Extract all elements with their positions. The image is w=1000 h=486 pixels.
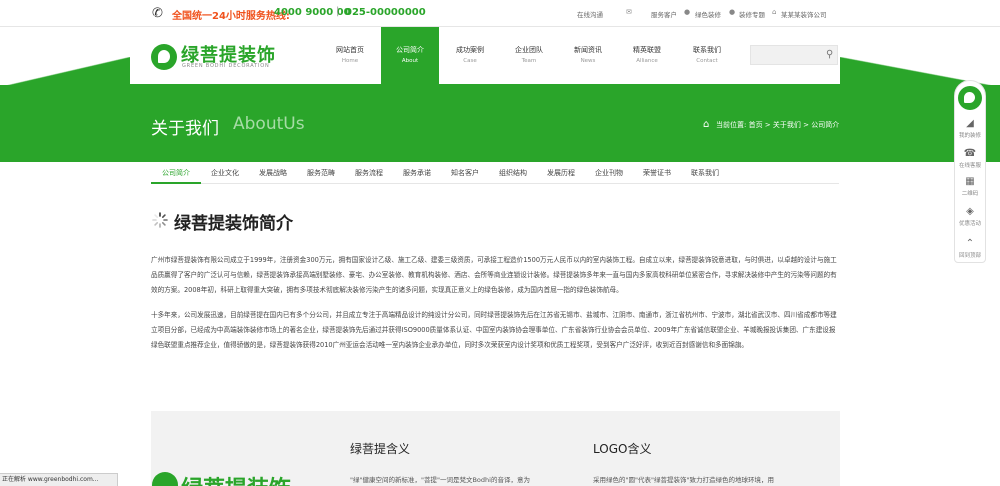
triangle-icon: ◢ bbox=[966, 118, 974, 129]
float-qrcode[interactable]: ▦ 二维码 bbox=[955, 176, 985, 197]
float-online-service[interactable]: ☎ 在线客服 bbox=[955, 148, 985, 169]
float-promotion[interactable]: ◈ 优惠活动 bbox=[955, 206, 985, 227]
toplink-service[interactable]: 服务客户 bbox=[651, 9, 677, 19]
nav-team[interactable]: 企业团队 Team bbox=[500, 27, 558, 87]
section-title-logo: LOGO含义 bbox=[593, 442, 652, 456]
page-banner bbox=[0, 85, 1000, 162]
nav-label: 精英联盟 bbox=[633, 46, 661, 54]
nav-contact[interactable]: 联系我们 Contact bbox=[678, 27, 736, 87]
tag-icon: ◈ bbox=[966, 206, 974, 217]
hotline-separator: | bbox=[336, 6, 340, 17]
arrow-up-icon: ⌃ bbox=[965, 238, 975, 249]
banner-title-en: AboutUs bbox=[233, 114, 305, 134]
nav-label: 联系我们 bbox=[693, 46, 721, 54]
top-bar bbox=[0, 0, 1000, 27]
logo-icon[interactable] bbox=[151, 44, 177, 70]
float-logo-icon[interactable] bbox=[958, 86, 982, 110]
subnav-item[interactable]: 企业刊物 bbox=[585, 162, 633, 184]
nav-case[interactable]: 成功案例 Case bbox=[441, 27, 499, 87]
home-icon: ⌂ bbox=[703, 119, 710, 130]
subnav-item[interactable]: 联系我们 bbox=[681, 162, 729, 184]
user-icon: ● bbox=[684, 8, 691, 16]
nav-label: 网站首页 bbox=[336, 46, 364, 54]
subnav-item[interactable]: 服务范畴 bbox=[297, 162, 345, 184]
home-small-icon: ⌂ bbox=[772, 8, 777, 16]
nav-label-en: Contact bbox=[696, 58, 718, 64]
float-label: 在线客服 bbox=[958, 163, 981, 169]
loading-spinner-icon bbox=[152, 212, 168, 228]
float-label: 回到顶部 bbox=[958, 253, 981, 259]
page: ✆ 全国统一24小时服务热线: 4000 9000 00 | 025-00000… bbox=[0, 0, 1000, 486]
subnav-item[interactable]: 企业文化 bbox=[201, 162, 249, 184]
logo-subtitle: GREEN BODHI DECORATION bbox=[182, 63, 270, 69]
subnav-item[interactable]: 知名客户 bbox=[441, 162, 489, 184]
nav-label: 新闻资讯 bbox=[574, 46, 602, 54]
nav-label-en: About bbox=[401, 58, 419, 64]
nav-label-en: News bbox=[580, 58, 596, 64]
nav-news[interactable]: 新闻资讯 News bbox=[559, 27, 617, 87]
toplink-topic[interactable]: 装修专题 bbox=[739, 9, 765, 19]
nav-label-en: Team bbox=[521, 58, 537, 64]
nav-label: 成功案例 bbox=[456, 46, 484, 54]
nav-home[interactable]: 网站首页 Home bbox=[321, 27, 379, 87]
search-input[interactable] bbox=[750, 45, 838, 65]
qrcode-icon: ▦ bbox=[965, 176, 975, 187]
float-my-decoration[interactable]: ◢ 我的装修 bbox=[955, 118, 985, 139]
banner-angle-left bbox=[0, 57, 130, 87]
content-title: 绿菩提装饰简介 bbox=[174, 214, 293, 234]
nav-label-en: Home bbox=[341, 58, 359, 64]
toplink-green-decoration[interactable]: 绿色装修 bbox=[695, 9, 721, 19]
nav-label-en: Alliance bbox=[636, 58, 658, 64]
float-label: 优惠活动 bbox=[958, 221, 981, 227]
subnav-item[interactable]: 发展战略 bbox=[249, 162, 297, 184]
nav-alliance[interactable]: 精英联盟 Alliance bbox=[618, 27, 676, 87]
float-back-to-top[interactable]: ⌃ 回到顶部 bbox=[955, 238, 985, 259]
toplink-chat[interactable]: 在线沟通 bbox=[577, 9, 603, 19]
hotline-label: 全国统一24小时服务热线: bbox=[172, 11, 290, 22]
subnav-item[interactable]: 组织结构 bbox=[489, 162, 537, 184]
subnav-item[interactable]: 服务承诺 bbox=[393, 162, 441, 184]
section-title-meaning: 绿菩提含义 bbox=[350, 442, 411, 456]
toplink-company[interactable]: 某某某装饰公司 bbox=[781, 9, 827, 19]
search-icon[interactable]: ⚲ bbox=[826, 49, 833, 60]
banner-title: 关于我们 bbox=[151, 119, 219, 139]
float-label: 二维码 bbox=[961, 191, 979, 197]
nav-label: 公司简介 bbox=[396, 46, 424, 54]
nav-about[interactable]: 公司简介 About bbox=[381, 27, 439, 89]
subnav-item[interactable]: 荣誉证书 bbox=[633, 162, 681, 184]
phone-icon: ✆ bbox=[152, 6, 163, 21]
hotline-number-secondary: 025-00000000 bbox=[345, 7, 426, 18]
subnav-item[interactable]: 服务流程 bbox=[345, 162, 393, 184]
chat-icon: ✉ bbox=[626, 8, 632, 16]
nav-label-en: Case bbox=[463, 58, 477, 64]
float-label: 我的装修 bbox=[958, 133, 981, 139]
leaf-icon: ● bbox=[729, 8, 736, 16]
history-paragraph: 十多年来，公司发展迅速，目前绿菩提在国内已有多个分公司，并且成立专注于高端精品设… bbox=[151, 311, 837, 349]
intro-paragraph: 广州市绿菩提装饰有限公司成立于1999年，注册资金300万元，拥有国家设计乙级、… bbox=[151, 256, 837, 294]
section-text-meaning: "绿"健康空间的新标准，"菩提"一词是梵文Bodhi的音译，意为 bbox=[350, 476, 530, 484]
big-logo-text: 绿菩提装饰 bbox=[181, 471, 291, 486]
headset-icon: ☎ bbox=[963, 148, 977, 159]
nav-label: 企业团队 bbox=[515, 46, 543, 54]
subnav-item[interactable]: 公司简介 bbox=[151, 162, 201, 184]
subnav-item[interactable]: 发展历程 bbox=[537, 162, 585, 184]
section-text-logo: 采用绿色的"圆"代表"绿菩提装饰"致力打造绿色的地球环境，用 bbox=[593, 476, 774, 484]
browser-status-bar: 正在解析 www.greenbodhi.com... bbox=[0, 473, 118, 486]
breadcrumb[interactable]: 当前位置: 首页 > 关于我们 > 公司简介 bbox=[716, 120, 839, 130]
